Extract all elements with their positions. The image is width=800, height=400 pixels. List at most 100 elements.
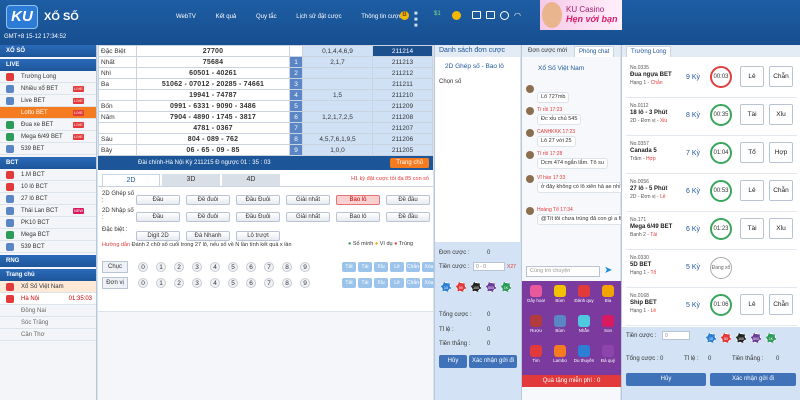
session-number[interactable]: 211205 xyxy=(372,144,433,156)
game-name[interactable]: 18 lô - 3 Phút xyxy=(630,110,667,116)
bet-option-button[interactable]: Bao lô xyxy=(336,212,380,222)
chip-1K[interactable]: 1K xyxy=(501,282,511,292)
free-gift-bar[interactable]: Quà tặng miễn phí : 0 xyxy=(522,375,621,387)
guide-opt-win[interactable]: Trúng xyxy=(399,241,413,247)
nav-webtv[interactable]: WebTV xyxy=(176,14,196,20)
digit-ball[interactable]: 8 xyxy=(282,278,292,288)
bet-option-button[interactable]: Tài xyxy=(740,104,764,125)
gift-item[interactable]: Lambo xyxy=(548,343,572,371)
tab-3d[interactable]: 3D xyxy=(162,174,220,186)
confirm-button[interactable]: Xác nhận gửi đi xyxy=(469,355,517,368)
bet-option-button[interactable]: Chẵn xyxy=(769,180,793,201)
quick-pick-button[interactable]: Tài xyxy=(358,278,372,288)
guide-link[interactable]: Hướng dẫn xyxy=(102,242,130,248)
digit-ball[interactable]: 2 xyxy=(174,262,184,272)
sidebar-item-live-3[interactable]: Lotto BET LIVE xyxy=(0,107,96,119)
ku-casino-banner[interactable]: KU Casino Hẹn với bạn xyxy=(540,0,622,30)
bet-option-button[interactable]: Chẵn xyxy=(769,294,793,315)
amount-input[interactable]: 0 xyxy=(662,331,690,340)
bet-option-button[interactable]: Đầu Đuôi xyxy=(236,212,280,222)
rng-header[interactable]: RNG xyxy=(0,255,96,267)
digit-ball[interactable]: 5 xyxy=(228,262,238,272)
nav-rules[interactable]: Quy tắc xyxy=(256,14,277,20)
sidebar-item-live-2[interactable]: Live BET LIVE xyxy=(0,95,96,107)
home-button[interactable]: Trang chủ xyxy=(390,158,429,168)
tab-new-orders[interactable]: Đơn cược mới xyxy=(524,46,571,57)
quick-pick-button[interactable]: Lẻ xyxy=(390,262,404,272)
bet-option-button[interactable]: Hợp xyxy=(769,142,793,163)
chip-100[interactable]: 100 xyxy=(736,333,746,343)
sidebar-item-bct-2[interactable]: 27 lô BCT xyxy=(0,193,96,205)
digit-ball[interactable]: 5 xyxy=(228,278,238,288)
chip-10[interactable]: 10 xyxy=(706,333,716,343)
digit-ball[interactable]: 4 xyxy=(210,262,220,272)
digit-ball[interactable]: 3 xyxy=(192,262,202,272)
sidebar-item-bct-3[interactable]: Thái Lan BCT NEW xyxy=(0,205,96,217)
session-number[interactable]: 211213 xyxy=(372,56,433,68)
bet-option-button[interactable]: Đầu xyxy=(136,212,180,222)
gift-item[interactable]: Rượu xyxy=(524,313,548,341)
digit-ball[interactable]: 1 xyxy=(156,262,166,272)
session-number[interactable]: 211207 xyxy=(372,122,433,134)
bet-option-button[interactable]: Digit 2D xyxy=(136,231,180,241)
gift-item[interactable]: Du thuyền xyxy=(572,343,596,371)
session-number[interactable]: 211209 xyxy=(372,100,433,112)
bet-option-button[interactable]: Đề đầu xyxy=(386,195,430,205)
sidebar-item-region-0[interactable]: Hà Nội 01:35:03 xyxy=(0,293,96,305)
bet-option-button[interactable]: Giải nhất xyxy=(286,195,330,205)
deposit-icon[interactable] xyxy=(486,11,495,19)
quick-pick-button[interactable]: Xỉu xyxy=(374,278,388,288)
chip-10[interactable]: 10 xyxy=(441,282,451,292)
digit-ball[interactable]: 2 xyxy=(174,278,184,288)
quick-pick-button[interactable]: Tất xyxy=(342,262,356,272)
gift-item[interactable]: Đá quý xyxy=(596,343,620,371)
bet-option-button[interactable]: Đá Nhanh xyxy=(186,231,230,241)
digit-ball[interactable]: 9 xyxy=(300,262,310,272)
session-number[interactable]: 211210 xyxy=(372,89,433,101)
sidebar-item-region-2[interactable]: Sóc Trăng xyxy=(0,317,96,329)
guide-opt-my-numbers[interactable]: Số mình xyxy=(353,241,373,247)
cancel-button[interactable]: Hủy xyxy=(439,355,467,368)
bet-option-button[interactable]: Lô trượt xyxy=(236,231,280,241)
game-name[interactable]: Mega 6/49 BET xyxy=(630,224,672,230)
game-name[interactable]: 27 lô - 5 Phút xyxy=(630,186,667,192)
ku-logo[interactable]: KU xyxy=(6,5,38,29)
gift-item[interactable]: Gây hoa! xyxy=(524,283,548,311)
tab-4d[interactable]: 4D xyxy=(222,174,280,186)
digit-ball[interactable]: 7 xyxy=(264,278,274,288)
send-icon[interactable]: ➤ xyxy=(604,265,612,276)
bet-option-button[interactable]: Bao lô xyxy=(336,195,380,205)
bet-option-button[interactable]: Đầu Đuôi xyxy=(236,195,280,205)
gift-item[interactable]: Bùm xyxy=(548,313,572,341)
sidebar-item-bct-1[interactable]: 10 lô BCT xyxy=(0,181,96,193)
bet-option-button[interactable]: Tổ xyxy=(740,142,764,163)
wallet-icon[interactable] xyxy=(472,11,481,19)
home-header[interactable]: Trang chủ xyxy=(0,269,96,281)
guide-opt-example[interactable]: Ví dụ xyxy=(380,241,393,247)
session-number[interactable]: 211214 xyxy=(372,45,433,57)
session-number[interactable]: 211211 xyxy=(372,78,433,90)
sidebar-item-live-1[interactable]: Nhiều xổ BET LIVE xyxy=(0,83,96,95)
gift-item[interactable]: Đánh quy xyxy=(572,283,596,311)
chip-100[interactable]: 100 xyxy=(471,282,481,292)
quick-pick-button[interactable]: Chẵn xyxy=(406,262,420,272)
session-number[interactable]: 211206 xyxy=(372,133,433,145)
game-name[interactable]: Canada 5 xyxy=(630,148,657,154)
sidebar-item-bct-5[interactable]: Mega BCT xyxy=(0,229,96,241)
sidebar-item-bct-4[interactable]: PK10 BCT xyxy=(0,217,96,229)
tab-long-dragon[interactable]: Trường Long xyxy=(626,46,672,57)
game-name[interactable]: Đua ngựa BET xyxy=(630,72,672,78)
digit-ball[interactable]: 1 xyxy=(156,278,166,288)
chat-input[interactable]: Cùng trò chuyện xyxy=(526,266,600,277)
digit-ball[interactable]: 3 xyxy=(192,278,202,288)
refresh-icon[interactable] xyxy=(452,11,461,20)
gift-item[interactable]: Nhẫn xyxy=(572,313,596,341)
quick-pick-button[interactable]: Xỉu xyxy=(374,262,388,272)
game-name[interactable]: 5D BET xyxy=(630,262,651,268)
cancel-button[interactable]: Hủy xyxy=(626,373,706,386)
session-number[interactable]: 211208 xyxy=(372,111,433,123)
sidebar-item-live-5[interactable]: Mega 6/49 BET LIVE xyxy=(0,131,96,143)
chip-500[interactable]: 500 xyxy=(751,333,761,343)
bet-option-button[interactable]: Chẵn xyxy=(769,66,793,87)
sidebar-item-region-1[interactable]: Đồng Nai xyxy=(0,305,96,317)
